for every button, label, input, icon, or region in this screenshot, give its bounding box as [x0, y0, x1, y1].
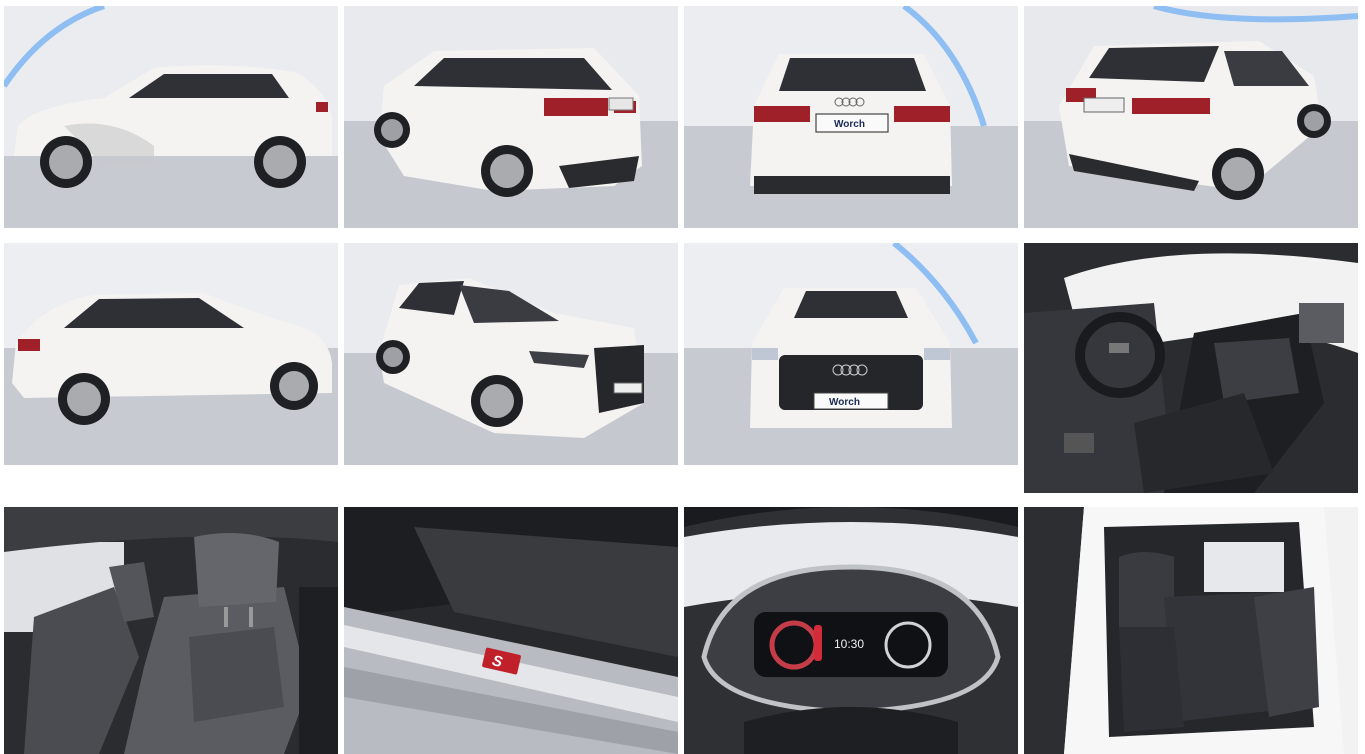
car-rear-photo: Worch [684, 6, 1018, 228]
gallery-photo-8[interactable] [1024, 243, 1358, 493]
gallery-photo-10[interactable]: S [344, 507, 678, 754]
dealer-plate-front-text: Worch [829, 397, 860, 408]
car-side-left-photo [4, 6, 338, 228]
gallery-photo-3[interactable]: Worch [684, 6, 1018, 228]
gallery-photo-6[interactable] [344, 243, 678, 465]
car-front-seats-photo [4, 507, 338, 754]
car-side-right-photo [4, 243, 338, 465]
car-rear-three-quarter-photo [344, 6, 678, 228]
cluster-time-text: 10:30 [834, 637, 864, 651]
dealer-plate-text: Worch [834, 119, 865, 130]
gallery-photo-5[interactable] [4, 243, 338, 465]
car-front-three-quarter-photo [344, 243, 678, 465]
gallery-photo-4[interactable] [1024, 6, 1358, 228]
gallery-photo-12[interactable] [1024, 507, 1358, 754]
car-front-photo: Worch [684, 243, 1018, 465]
gallery-photo-2[interactable] [344, 6, 678, 228]
car-rear-three-quarter-right-photo [1024, 6, 1358, 228]
car-instrument-cluster-photo: 10:30 [684, 507, 1018, 754]
car-rear-seats-photo [1024, 507, 1358, 754]
car-door-sill-photo: S [344, 507, 678, 754]
gallery-photo-9[interactable] [4, 507, 338, 754]
gallery-photo-11[interactable]: 10:30 [684, 507, 1018, 754]
gallery-photo-7[interactable]: Worch [684, 243, 1018, 465]
car-interior-front-photo [1024, 243, 1358, 493]
gallery-photo-1[interactable] [4, 6, 338, 228]
